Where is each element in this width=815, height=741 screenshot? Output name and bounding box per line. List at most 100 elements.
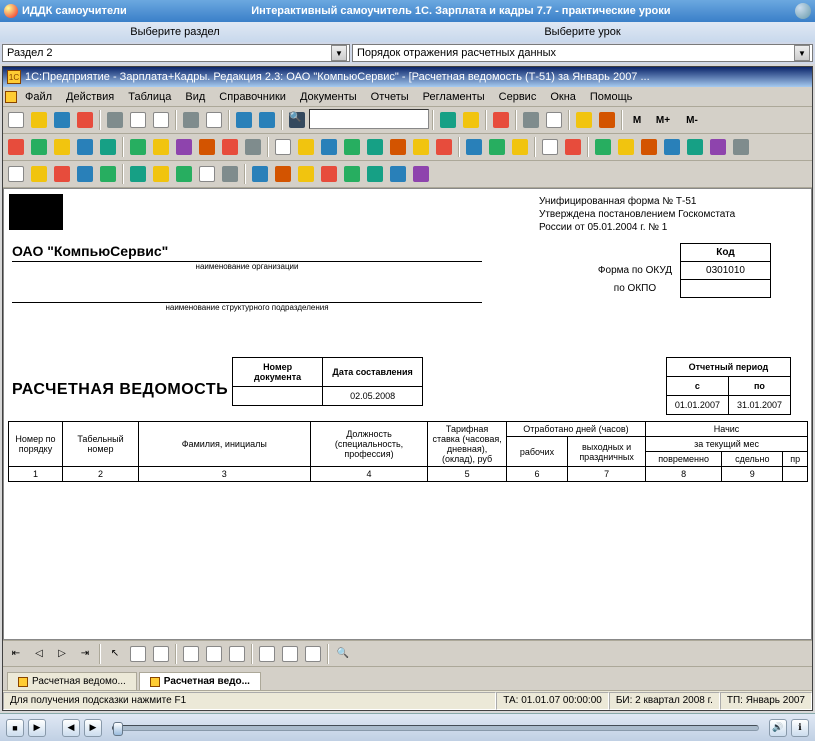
tb2-13-icon[interactable] xyxy=(295,136,317,158)
tb2-27-icon[interactable] xyxy=(638,136,660,158)
tb3-15-icon[interactable] xyxy=(341,163,363,185)
tb3-10-icon[interactable] xyxy=(219,163,241,185)
menu-reglaments[interactable]: Регламенты xyxy=(417,89,491,105)
tb3-14-icon[interactable] xyxy=(318,163,340,185)
cut-icon[interactable] xyxy=(104,109,126,131)
section-selector[interactable]: Раздел 2 ▼ xyxy=(2,44,350,62)
menu-table[interactable]: Таблица xyxy=(122,89,177,105)
copy-icon[interactable] xyxy=(127,109,149,131)
nav-last-icon[interactable]: ⇥ xyxy=(74,643,96,665)
tb2-18-icon[interactable] xyxy=(410,136,432,158)
tb2-19-icon[interactable] xyxy=(433,136,455,158)
tb2-16-icon[interactable] xyxy=(364,136,386,158)
tab-doc-2[interactable]: Расчетная ведо... xyxy=(139,672,261,690)
lesson-selector[interactable]: Порядок отражения расчетных данных ▼ xyxy=(352,44,813,62)
tb2-20-icon[interactable] xyxy=(463,136,485,158)
fit-icon[interactable] xyxy=(302,643,324,665)
paste-icon[interactable] xyxy=(150,109,172,131)
next-button[interactable]: ▶ xyxy=(84,719,102,737)
redo-icon[interactable] xyxy=(256,109,278,131)
merge-icon[interactable] xyxy=(180,643,202,665)
borders-icon[interactable] xyxy=(226,643,248,665)
tb2-11-icon[interactable] xyxy=(242,136,264,158)
tb2-1-icon[interactable] xyxy=(5,136,27,158)
button-b-icon[interactable] xyxy=(460,109,482,131)
preview-icon[interactable] xyxy=(203,109,225,131)
tb2-6-icon[interactable] xyxy=(127,136,149,158)
tb2-30-icon[interactable] xyxy=(707,136,729,158)
tb2-3-icon[interactable] xyxy=(51,136,73,158)
close-icon[interactable] xyxy=(795,3,811,19)
tb3-16-icon[interactable] xyxy=(364,163,386,185)
tb2-12-icon[interactable] xyxy=(272,136,294,158)
tb2-15-icon[interactable] xyxy=(341,136,363,158)
stop-button[interactable]: ■ xyxy=(6,719,24,737)
mem-m[interactable]: M xyxy=(626,109,648,131)
tb3-12-icon[interactable] xyxy=(272,163,294,185)
save-icon[interactable] xyxy=(51,109,73,131)
tb2-10-icon[interactable] xyxy=(219,136,241,158)
calendar-icon[interactable] xyxy=(543,109,565,131)
tb3-5-icon[interactable] xyxy=(97,163,119,185)
new-icon[interactable] xyxy=(5,109,27,131)
close-doc-icon[interactable] xyxy=(74,109,96,131)
wrap-icon[interactable] xyxy=(279,643,301,665)
tb2-25-icon[interactable] xyxy=(592,136,614,158)
volume-icon[interactable]: 🔊 xyxy=(769,719,787,737)
chevron-down-icon[interactable]: ▼ xyxy=(794,45,810,61)
info-icon[interactable]: ℹ xyxy=(791,719,809,737)
tb3-18-icon[interactable] xyxy=(410,163,432,185)
tb2-14-icon[interactable] xyxy=(318,136,340,158)
tb3-13-icon[interactable] xyxy=(295,163,317,185)
tb3-6-icon[interactable] xyxy=(127,163,149,185)
tb3-2-icon[interactable] xyxy=(28,163,50,185)
tb2-2-icon[interactable] xyxy=(28,136,50,158)
tb2-7-icon[interactable] xyxy=(150,136,172,158)
menu-help[interactable]: Помощь xyxy=(584,89,639,105)
menu-file[interactable]: Файл xyxy=(19,89,58,105)
menu-actions[interactable]: Действия xyxy=(60,89,120,105)
progress-slider[interactable] xyxy=(112,725,759,731)
tb2-24-icon[interactable] xyxy=(562,136,584,158)
tb2-26-icon[interactable] xyxy=(615,136,637,158)
nav-prev-icon[interactable]: ◁ xyxy=(28,643,50,665)
button-a-icon[interactable] xyxy=(437,109,459,131)
tb3-7-icon[interactable] xyxy=(150,163,172,185)
menu-service[interactable]: Сервис xyxy=(493,89,543,105)
tb3-11-icon[interactable] xyxy=(249,163,271,185)
tb2-17-icon[interactable] xyxy=(387,136,409,158)
tb3-1-icon[interactable] xyxy=(5,163,27,185)
delete-icon[interactable] xyxy=(490,109,512,131)
nav-first-icon[interactable]: ⇤ xyxy=(5,643,27,665)
tb2-9-icon[interactable] xyxy=(196,136,218,158)
play-button[interactable]: ▶ xyxy=(28,719,46,737)
open-icon[interactable] xyxy=(28,109,50,131)
tb2-22-icon[interactable] xyxy=(509,136,531,158)
tb2-29-icon[interactable] xyxy=(684,136,706,158)
find-icon[interactable]: 🔍 xyxy=(286,109,308,131)
tb3-3-icon[interactable] xyxy=(51,163,73,185)
mem-mplus[interactable]: M+ xyxy=(649,109,677,131)
tb2-28-icon[interactable] xyxy=(661,136,683,158)
split-icon[interactable] xyxy=(203,643,225,665)
menu-view[interactable]: Вид xyxy=(179,89,211,105)
tb3-8-icon[interactable] xyxy=(173,163,195,185)
menu-reports[interactable]: Отчеты xyxy=(365,89,415,105)
tb2-5-icon[interactable] xyxy=(97,136,119,158)
align-icon[interactable] xyxy=(256,643,278,665)
mem-mminus[interactable]: M- xyxy=(678,109,706,131)
zoom-icon[interactable]: 🔍 xyxy=(332,643,354,665)
tb3-17-icon[interactable] xyxy=(387,163,409,185)
cols-icon[interactable] xyxy=(150,643,172,665)
tb3-4-icon[interactable] xyxy=(74,163,96,185)
prev-button[interactable]: ◀ xyxy=(62,719,80,737)
tb2-8-icon[interactable] xyxy=(173,136,195,158)
menu-documents[interactable]: Документы xyxy=(294,89,363,105)
tb2-4-icon[interactable] xyxy=(74,136,96,158)
rows-icon[interactable] xyxy=(127,643,149,665)
slider-thumb[interactable] xyxy=(113,722,123,736)
undo-icon[interactable] xyxy=(233,109,255,131)
calc-icon[interactable] xyxy=(520,109,542,131)
book-icon[interactable] xyxy=(596,109,618,131)
tab-doc-1[interactable]: Расчетная ведомо... xyxy=(7,672,137,690)
